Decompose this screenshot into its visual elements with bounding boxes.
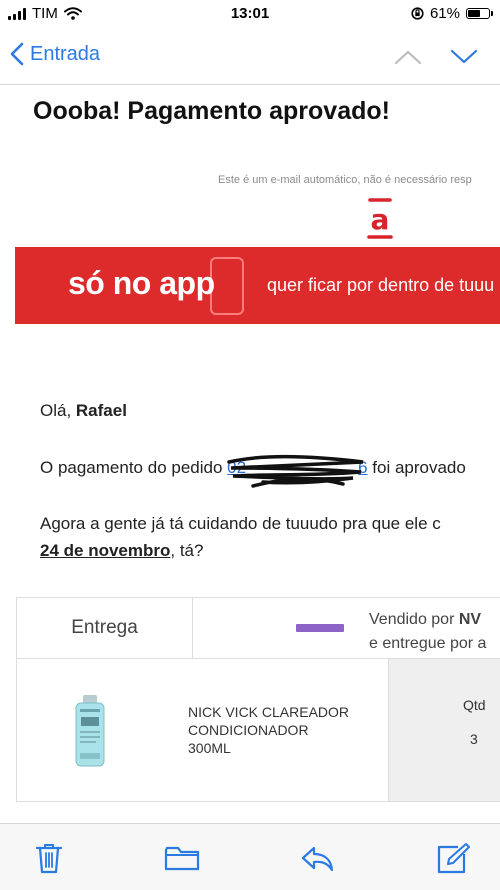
seller-name: NV: [458, 611, 482, 628]
product-name: NICK VICK CLAREADOR CONDICIONADOR 300ML: [188, 703, 349, 757]
reply-icon[interactable]: [299, 842, 335, 874]
back-button[interactable]: Entrada: [10, 42, 100, 66]
greeting-name: Rafael: [75, 401, 127, 420]
sold-by-prefix: Vendido por: [369, 611, 459, 628]
mail-toolbar: [0, 823, 500, 890]
status-bar: TIM 13:01 61%: [0, 0, 500, 30]
seller-logo: [296, 624, 344, 632]
seller-info: Vendido por NV e entregue por a: [369, 608, 486, 656]
mail-nav-bar: Entrada: [0, 32, 500, 85]
redaction-scribble: [227, 455, 364, 488]
automatic-email-note: Este é um e-mail automático, não é neces…: [218, 174, 472, 186]
quantity-value: 3: [470, 731, 478, 747]
email-body[interactable]: Oooba! Pagamento aprovado! Este é um e-m…: [0, 85, 500, 823]
banner-headline: só no app: [68, 265, 215, 301]
chevron-up-icon[interactable]: [394, 42, 422, 72]
back-label: Entrada: [30, 42, 101, 65]
battery-percent: 61%: [429, 5, 460, 22]
payment-suffix: foi aprovado: [367, 458, 466, 477]
delivered-by: e entregue por a: [369, 635, 487, 652]
quantity-column: Qtd 3: [388, 659, 500, 801]
americanas-logo: a: [367, 198, 393, 239]
compose-icon[interactable]: [434, 842, 470, 874]
battery-icon: [466, 8, 493, 19]
orientation-lock-icon: [411, 7, 424, 20]
product-name-line-3: 300ML: [188, 740, 231, 756]
product-name-line-2: CONDICIONADOR: [188, 722, 309, 738]
delivery-row: Entrega Vendido por NV e entregue por a: [16, 597, 500, 659]
payment-prefix: O pagamento do pedido: [40, 458, 228, 477]
order-table: Entrega Vendido por NV e entregue por a …: [16, 597, 500, 803]
logo-glyph: a: [371, 203, 390, 236]
banner-subtext: quer ficar por dentro de tuuu: [267, 275, 495, 295]
message-navigation: [394, 42, 478, 72]
status-right: 61%: [411, 5, 493, 22]
payment-line: O pagamento do pedido 02 6 foi aprovado: [40, 455, 466, 488]
product-row: NICK VICK CLAREADOR CONDICIONADOR 300ML …: [16, 659, 500, 802]
chevron-left-icon: [10, 42, 24, 66]
email-subject: Oooba! Pagamento aprovado!: [33, 97, 390, 125]
greeting: Olá, Rafael: [40, 401, 127, 421]
app-promo-banner[interactable]: só no app quer ficar por dentro de tuuu: [15, 247, 500, 324]
folder-icon[interactable]: [164, 842, 200, 874]
trash-icon[interactable]: [31, 842, 67, 874]
delivery-date: 24 de novembro: [40, 541, 171, 560]
delivery-label: Entrega: [17, 598, 193, 658]
order-number-link[interactable]: 02 6: [227, 455, 368, 488]
product-name-line-1: NICK VICK CLAREADOR: [188, 704, 350, 720]
delivery-date-suffix: , tá?: [170, 541, 204, 560]
tracking-line: Agora a gente já tá cuidando de tuuudo p…: [40, 514, 441, 533]
phone-icon: [210, 257, 244, 315]
chevron-down-icon[interactable]: [450, 42, 478, 72]
product-image: [75, 695, 105, 767]
greeting-prefix: Olá,: [40, 401, 76, 420]
quantity-header: Qtd: [463, 697, 486, 713]
delivery-date-line: 24 de novembro, tá?: [40, 541, 203, 561]
